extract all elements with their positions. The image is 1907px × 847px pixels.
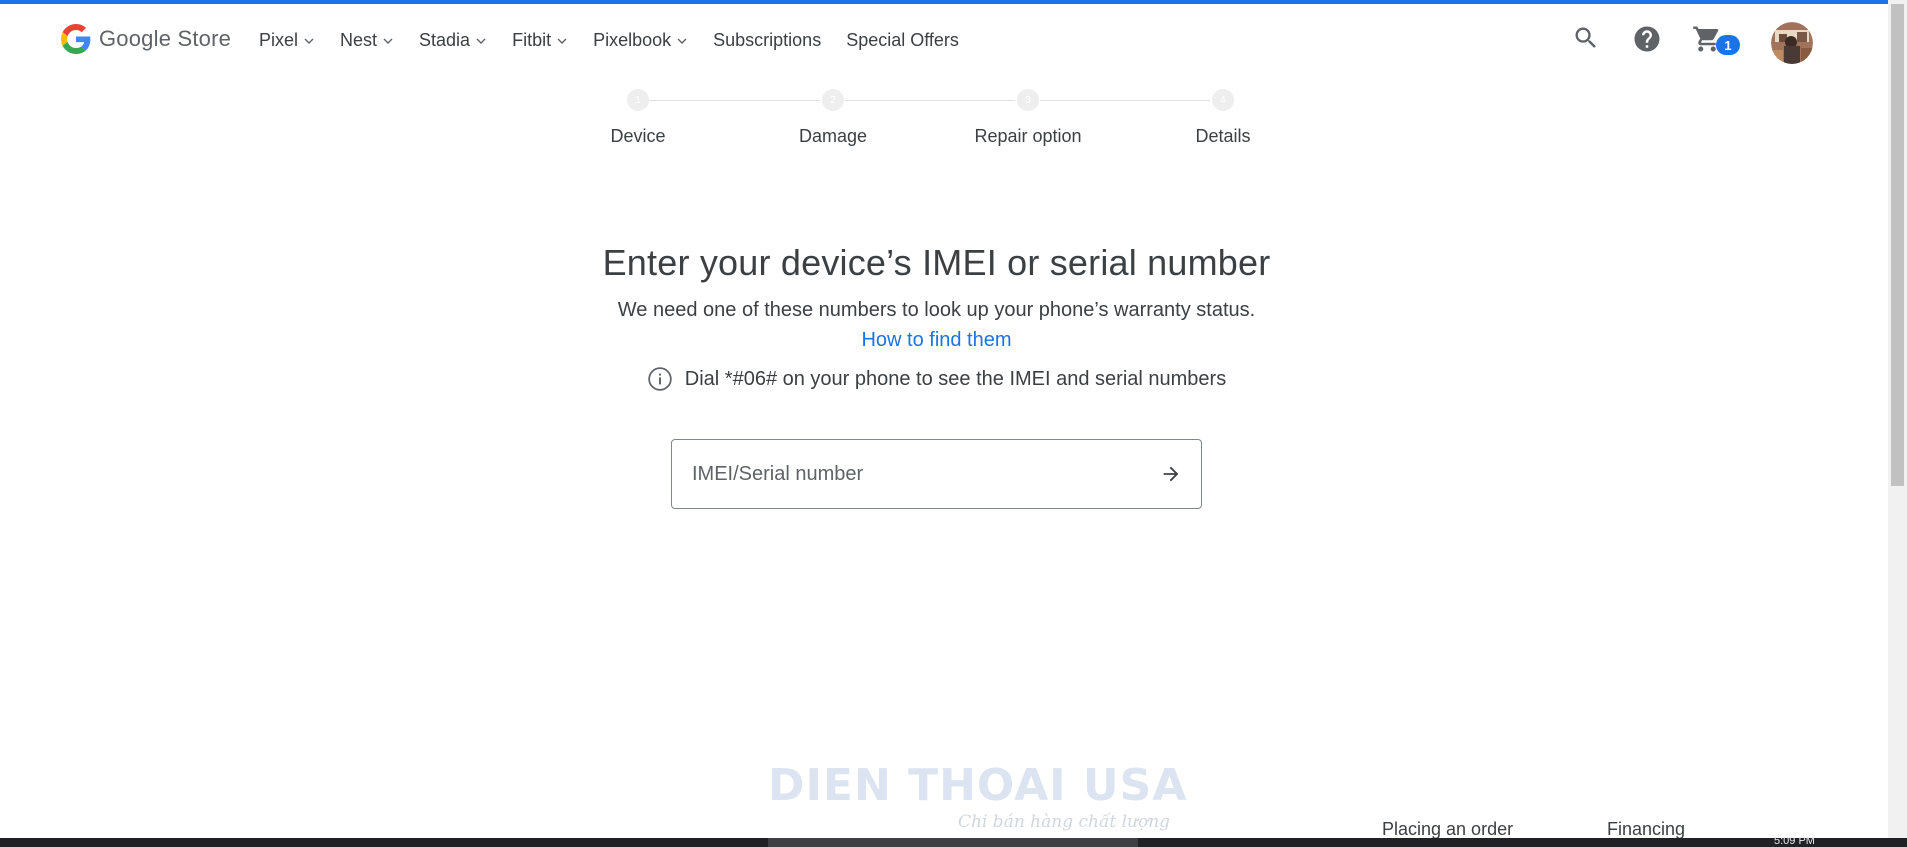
step-2-indicator: 2 — [822, 89, 844, 111]
dial-tip: Dial *#06# on your phone to see the IMEI… — [0, 366, 1873, 392]
arrow-right-icon — [1163, 466, 1179, 482]
main-nav: Pixel Nest Stadia Fitbit Pixelbook Subsc… — [259, 30, 984, 51]
page-scrollbar[interactable] — [1888, 0, 1907, 838]
chevron-down-icon — [677, 38, 687, 44]
imei-input-container — [671, 439, 1202, 509]
search-icon[interactable] — [1572, 24, 1600, 52]
step-3-indicator: 3 — [1017, 89, 1039, 111]
watermark-title: DIEN THOAI USA — [768, 760, 1188, 811]
nav-item-special-offers[interactable]: Special Offers — [846, 30, 959, 51]
nav-item-label: Fitbit — [512, 30, 552, 50]
cart-count-badge: 1 — [1716, 35, 1740, 55]
step-4-indicator: 4 — [1212, 89, 1234, 111]
site-header: Google Store Pixel Nest Stadia Fitbit Pi… — [0, 4, 1888, 76]
step-connector — [845, 100, 1015, 101]
brand-name: Google Store — [99, 26, 232, 51]
step-1-indicator: 1 — [627, 89, 649, 111]
step-connector — [1040, 100, 1210, 101]
nav-item-pixel[interactable]: Pixel — [259, 30, 314, 51]
repair-progress-stepper: 1 2 3 4 Device Damage Repair option Deta… — [600, 86, 1300, 156]
dial-tip-text: Dial *#06# on your phone to see the IMEI… — [684, 367, 1227, 390]
chevron-down-icon — [557, 38, 567, 44]
chevron-down-icon — [383, 38, 393, 44]
step-1-label: Device — [610, 126, 666, 146]
help-icon[interactable] — [1632, 24, 1662, 54]
google-store-logo[interactable]: Google Store — [61, 22, 231, 56]
watermark-tagline: Chi bán hàng chất lượng — [958, 812, 1171, 832]
taskbar-active-window[interactable] — [768, 838, 1138, 847]
nav-item-label: Subscriptions — [713, 30, 822, 50]
taskbar-clock: 5:09 PM — [1774, 837, 1815, 846]
nav-item-nest[interactable]: Nest — [340, 30, 393, 51]
nav-item-label: Nest — [340, 30, 378, 50]
step-connector — [649, 100, 820, 101]
nav-item-label: Stadia — [419, 30, 471, 50]
chevron-down-icon — [304, 38, 314, 44]
step-2-label: Damage — [798, 126, 868, 146]
footer-link-placing-order[interactable]: Placing an order — [1382, 819, 1513, 840]
footer-link-financing[interactable]: Financing — [1607, 819, 1685, 840]
step-4-label: Details — [1195, 126, 1251, 146]
avatar-photo-icon — [1771, 22, 1813, 64]
chevron-down-icon — [476, 38, 486, 44]
nav-item-label: Pixel — [259, 30, 299, 50]
step-3-label: Repair option — [974, 126, 1082, 146]
page-title: Enter your device’s IMEI or serial numbe… — [602, 242, 1271, 283]
submit-arrow-button[interactable] — [1141, 440, 1201, 508]
nav-item-label: Special Offers — [846, 30, 959, 50]
nav-item-stadia[interactable]: Stadia — [419, 30, 486, 51]
nav-item-pixelbook[interactable]: Pixelbook — [593, 30, 687, 51]
scrollbar-thumb[interactable] — [1891, 4, 1904, 486]
page-subtitle: We need one of these numbers to look up … — [617, 299, 1256, 321]
imei-serial-input[interactable] — [672, 440, 1141, 508]
nav-item-subscriptions[interactable]: Subscriptions — [713, 30, 821, 51]
google-g-icon — [61, 24, 91, 54]
nav-item-fitbit[interactable]: Fitbit — [512, 30, 567, 51]
account-avatar[interactable] — [1771, 22, 1813, 64]
watermark-overlay: DIEN THOAI USA Chi bán hàng chất lượng — [768, 760, 1186, 840]
nav-item-label: Pixelbook — [593, 30, 672, 50]
how-to-find-link[interactable]: How to find them — [0, 329, 1873, 352]
info-icon — [648, 367, 672, 391]
